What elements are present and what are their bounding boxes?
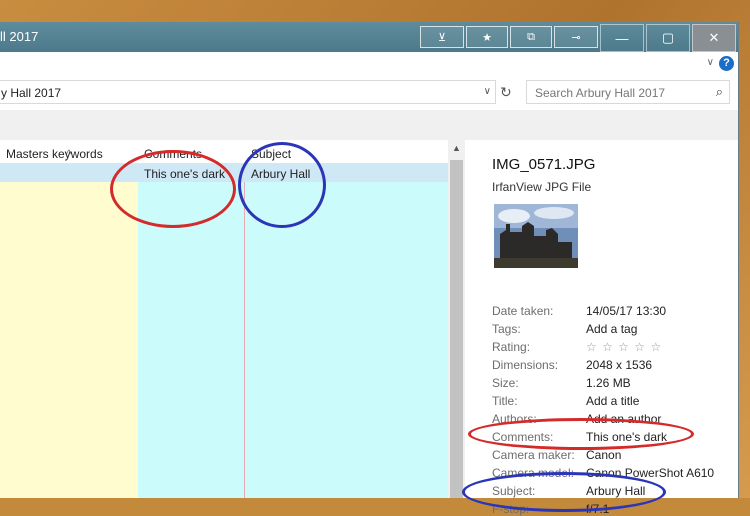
property-label: Size: bbox=[492, 376, 519, 390]
address-bar[interactable]: y Hall 2017 ∨ bbox=[0, 80, 496, 104]
property-value[interactable]: Arbury Hall bbox=[586, 484, 645, 498]
address-row: y Hall 2017 ∨ ↻ Search Arbury Hall 2017 … bbox=[0, 76, 738, 110]
property-label: Rating: bbox=[492, 340, 531, 354]
cell-comments: This one's dark bbox=[144, 167, 225, 181]
file-type: IrfanView JPG File bbox=[492, 180, 592, 194]
scroll-thumb[interactable] bbox=[450, 160, 463, 498]
copy-window-icon[interactable]: ⧉ bbox=[510, 26, 552, 48]
property-value[interactable]: 2048 x 1536 bbox=[586, 358, 652, 372]
column-header-keywords[interactable]: Masters keywords bbox=[6, 147, 103, 161]
column-header-comments[interactable]: Comments bbox=[144, 147, 202, 161]
cell-subject: Arbury Hall bbox=[251, 167, 311, 181]
close-button[interactable]: ✕ bbox=[692, 24, 736, 52]
file-list: ^ Masters keywords Comments Subject This… bbox=[0, 140, 449, 498]
search-icon[interactable]: ⌕ bbox=[716, 84, 723, 100]
property-label: Camera maker: bbox=[492, 448, 575, 462]
vertical-scrollbar[interactable]: ▲ bbox=[448, 140, 465, 498]
property-value[interactable]: 1.26 MB bbox=[586, 376, 631, 390]
property-label: Date taken: bbox=[492, 304, 554, 318]
ribbon-bar: ∨ ? bbox=[0, 52, 738, 77]
property-label: Dimensions: bbox=[492, 358, 559, 372]
comments-column-bg bbox=[138, 163, 244, 498]
property-value[interactable]: Add a tag bbox=[586, 322, 637, 336]
property-value[interactable]: 14/05/17 13:30 bbox=[586, 304, 666, 318]
column-header-subject[interactable]: Subject bbox=[251, 147, 291, 161]
property-label: Camera model: bbox=[492, 466, 575, 480]
property-label: F-stop: bbox=[492, 502, 530, 516]
property-value[interactable]: f/7.1 bbox=[586, 502, 609, 516]
photo-thumbnail bbox=[494, 204, 578, 268]
property-value[interactable]: Add a title bbox=[586, 394, 639, 408]
link-icon[interactable]: ⊸ bbox=[554, 26, 598, 48]
property-value[interactable]: This one's dark bbox=[586, 430, 667, 444]
explorer-window: ll 2017 ⊻ ★ ⧉ ⊸ — ▢ ✕ ∨ ? y Hall 2017 ∨ … bbox=[0, 22, 739, 516]
address-path: y Hall 2017 bbox=[1, 86, 62, 100]
property-value[interactable]: Add an author bbox=[586, 412, 661, 426]
file-name: IMG_0571.JPG bbox=[492, 156, 596, 173]
refresh-icon[interactable]: ↻ bbox=[500, 84, 512, 101]
details-pane: IMG_0571.JPG IrfanView JPG File Date tak… bbox=[466, 140, 738, 516]
subject-column-bg bbox=[244, 163, 449, 498]
property-label: Tags: bbox=[492, 322, 521, 336]
address-dropdown-icon[interactable]: ∨ bbox=[484, 86, 491, 97]
property-value[interactable]: Canon bbox=[586, 448, 621, 462]
ribbon-expand-icon[interactable]: ∨ bbox=[707, 57, 714, 68]
property-value[interactable]: Canon PowerShot A610 bbox=[586, 466, 714, 480]
pin-down-icon[interactable]: ⊻ bbox=[420, 26, 464, 48]
search-input[interactable]: Search Arbury Hall 2017 ⌕ bbox=[526, 80, 730, 104]
property-label: Authors: bbox=[492, 412, 537, 426]
maximize-button[interactable]: ▢ bbox=[646, 24, 690, 52]
star-icon[interactable]: ★ bbox=[466, 26, 508, 48]
property-label: Subject: bbox=[492, 484, 536, 498]
window-title: ll 2017 bbox=[0, 29, 39, 44]
property-value[interactable]: ☆ ☆ ☆ ☆ ☆ bbox=[586, 340, 662, 354]
column-header-row: ^ Masters keywords Comments Subject bbox=[0, 140, 448, 164]
minimize-button[interactable]: — bbox=[600, 24, 644, 52]
toolbar-strip bbox=[0, 110, 738, 140]
keywords-column-bg bbox=[0, 163, 138, 498]
property-label: Title: bbox=[492, 394, 518, 408]
search-placeholder: Search Arbury Hall 2017 bbox=[535, 86, 666, 100]
help-icon[interactable]: ? bbox=[719, 56, 734, 71]
scroll-up-icon[interactable]: ▲ bbox=[452, 143, 461, 153]
property-label: Comments: bbox=[492, 430, 554, 444]
title-bar[interactable]: ll 2017 ⊻ ★ ⧉ ⊸ — ▢ ✕ bbox=[0, 22, 738, 52]
